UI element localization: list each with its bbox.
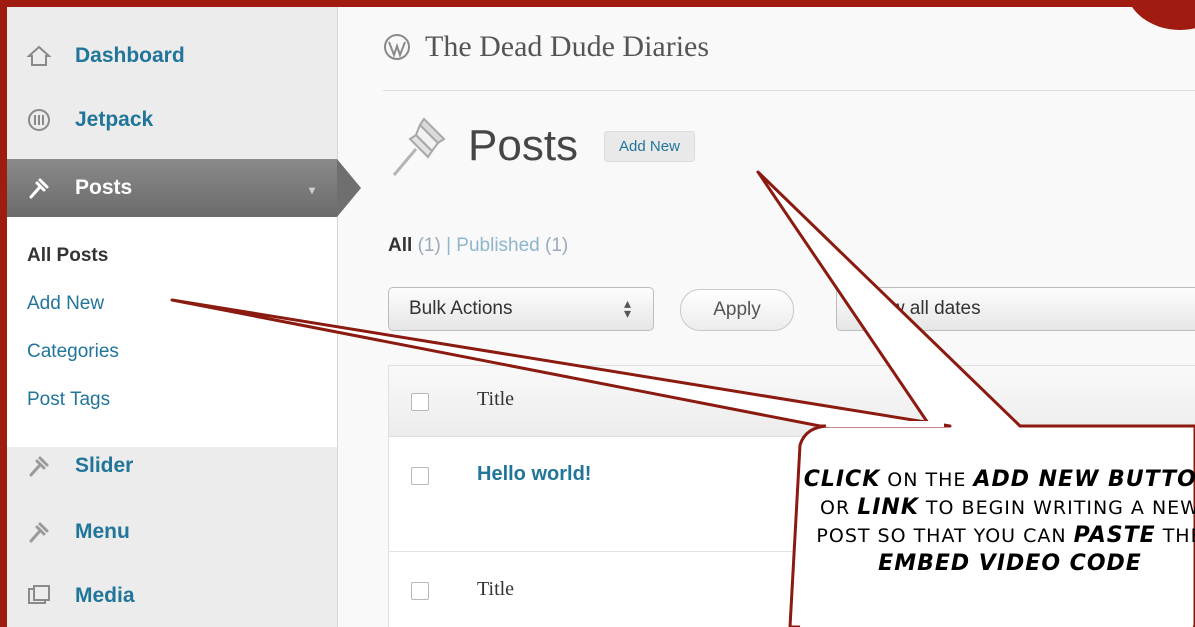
pin-icon [21,448,57,484]
sidebar-item-jetpack[interactable]: Jetpack [7,89,337,151]
media-icon [21,578,57,614]
add-new-button[interactable]: Add New [604,130,695,162]
sidebar-item-label: Jetpack [75,108,154,131]
dates-filter-select[interactable]: Show all dates ▴▾ [836,287,1195,331]
callout-emphasis: embed video code [878,551,1142,576]
column-header-title[interactable]: Title [477,388,514,411]
filter-published-count: (1) [545,235,569,256]
pushpin-icon [392,117,446,176]
row-checkbox[interactable] [411,467,429,485]
caret-down-icon: ▾ [308,183,315,197]
submenu-post-tags[interactable]: Post Tags [27,389,110,411]
table-header: Title [389,366,1195,437]
filter-all-count: (1) [417,235,441,256]
submenu-add-new[interactable]: Add New [27,293,104,315]
divider [383,90,1195,91]
site-title[interactable]: The Dead Dude Diaries [383,30,709,64]
sidebar-item-media[interactable]: Media [7,565,337,627]
column-footer-title[interactable]: Title [477,578,514,601]
posts-submenu: All Posts Add New Categories Post Tags [7,217,337,447]
callout-emphasis: Add New [973,467,1100,492]
callout-plain: the [1162,525,1195,547]
submenu-all-posts[interactable]: All Posts [27,245,108,267]
sidebar-item-posts[interactable]: Posts ▾ [7,159,337,217]
callout-emphasis: Click [803,467,881,492]
callout-text: Click on the Add New button or link to b… [800,466,1195,578]
post-title-link[interactable]: Hello world! [477,463,591,486]
sidebar-item-label: Media [75,584,135,607]
admin-sidebar: Dashboard Jetpack Posts ▾ All Posts Add … [7,7,361,627]
status-filter-links: All (1) | Published (1) [388,235,568,257]
site-title-text: The Dead Dude Diaries [425,30,710,63]
callout-plain: or [820,497,858,519]
select-all-checkbox-footer[interactable] [411,582,429,600]
dates-filter-value: Show all dates [857,298,981,319]
sidebar-item-dashboard[interactable]: Dashboard [7,25,337,87]
jetpack-icon [21,102,57,138]
callout-emphasis: paste [1073,523,1156,548]
callout-plain: on the [880,469,974,491]
select-all-checkbox[interactable] [411,393,429,411]
pin-icon [21,514,57,550]
filter-all[interactable]: All [388,235,412,256]
select-arrows-icon: ▴ ▾ [623,295,631,321]
sidebar-item-menu[interactable]: Menu [7,501,337,563]
dashboard-icon [21,38,57,74]
apply-button[interactable]: Apply [680,289,794,331]
bulk-actions-value: Bulk Actions [409,298,513,319]
pin-icon [21,170,57,206]
submenu-categories[interactable]: Categories [27,341,119,363]
filter-published[interactable]: Published [456,235,539,256]
sidebar-item-label: Posts [75,176,133,199]
sidebar-item-label: Slider [75,454,134,477]
callout-emphasis: link [857,495,919,520]
sidebar-item-label: Menu [75,520,130,543]
callout-emphasis: button [1108,467,1195,492]
wordpress-logo-icon [384,34,410,60]
page-title: Posts [468,121,579,170]
sidebar-item-slider[interactable]: Slider [7,435,337,497]
bulk-actions-select[interactable]: Bulk Actions ▴ ▾ [388,287,654,331]
sidebar-item-label: Dashboard [75,44,185,67]
filter-separator: | [446,235,452,256]
page-heading: Posts Add New [388,111,695,181]
